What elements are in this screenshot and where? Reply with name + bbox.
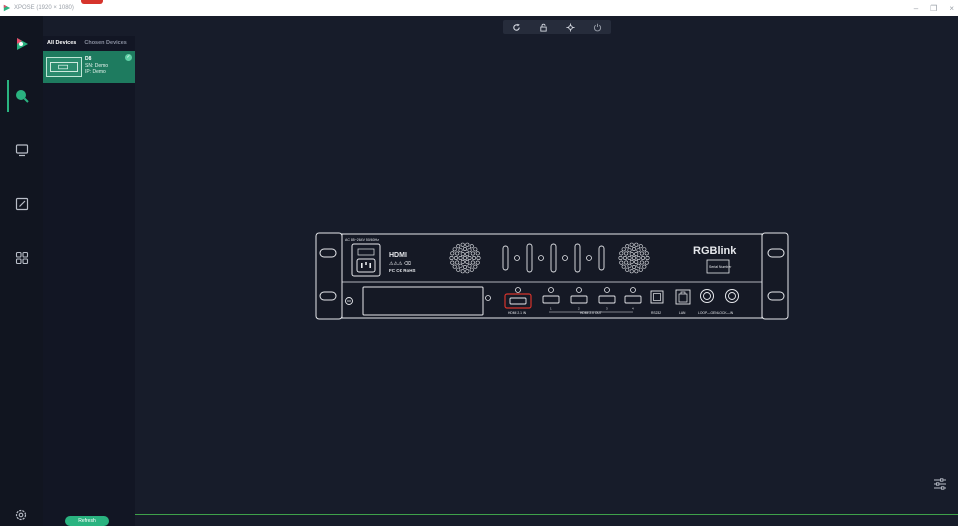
lock-tool-button[interactable] — [537, 20, 551, 34]
refresh-icon — [513, 23, 520, 31]
title-bar: XPOSE (1920 × 1080) – ❐ × — [0, 0, 958, 16]
sliders-icon — [934, 478, 946, 490]
left-rail — [0, 16, 43, 526]
device-card[interactable]: ✓ D8 SN: Demo IP: Demo — [43, 51, 135, 83]
device-panel: All Devices Chosen Devices ✓ D8 SN: Demo… — [43, 36, 135, 526]
window-title: XPOSE (1920 × 1080) — [14, 5, 74, 11]
tab-all-devices[interactable]: All Devices — [43, 40, 80, 46]
lan-label: LAN — [679, 311, 686, 315]
minimize-button[interactable]: – — [914, 4, 918, 13]
serial-number-label: Serial Number — [709, 265, 732, 269]
adjust-settings-button[interactable] — [930, 474, 950, 494]
genlock-label: LOOP—GENLOCK—IN — [698, 311, 734, 315]
refresh-button[interactable]: Refresh — [65, 516, 109, 526]
settings-icon[interactable] — [14, 508, 28, 522]
xpose-logo-icon — [16, 38, 28, 50]
rs232-label: RS232 — [651, 311, 661, 315]
device-rear-panel: AC 85~264V 50/60Hz HDMI ⚠⚠⚠ ⌫ FC C€ RoHS… — [315, 232, 789, 320]
rail-screen-button[interactable] — [0, 132, 43, 168]
rail-edit-button[interactable] — [0, 186, 43, 222]
edit-icon — [15, 197, 28, 211]
rail-search-button[interactable] — [0, 78, 43, 114]
warning-symbols-icon: ⚠⚠⚠ ⌫ — [389, 261, 411, 267]
certification-text: FC C€ RoHS — [389, 268, 416, 273]
selected-check-icon: ✓ — [125, 54, 132, 61]
toolbar — [503, 20, 611, 34]
power-label: AC 85~264V 50/60Hz — [345, 238, 379, 242]
power-icon — [593, 23, 602, 31]
hdmi-in-label: HDMI 2.1 IN — [508, 311, 527, 315]
grid-icon — [15, 251, 28, 265]
hdmi-out-label: HDMI 2.0 OUT — [580, 311, 602, 315]
tab-chosen-devices[interactable]: Chosen Devices — [80, 40, 131, 46]
maximize-button[interactable]: ❐ — [930, 4, 937, 13]
device-ip: IP: Demo — [85, 69, 106, 75]
device-thumbnail-icon — [46, 57, 82, 77]
move-tool-button[interactable] — [564, 20, 578, 34]
search-icon — [15, 90, 29, 103]
close-button[interactable]: × — [949, 4, 954, 13]
rail-grid-button[interactable] — [0, 240, 43, 276]
progress-line — [135, 514, 958, 515]
xpose-logo-button[interactable] — [0, 26, 43, 62]
device-tabs: All Devices Chosen Devices — [43, 36, 135, 50]
power-tool-button[interactable] — [591, 20, 605, 34]
app-logo-icon — [3, 4, 11, 12]
move-icon — [566, 22, 575, 32]
lock-icon — [540, 23, 547, 32]
refresh-tool-button[interactable] — [510, 20, 524, 34]
hdmi-logo: HDMI — [389, 252, 407, 259]
screen-icon — [15, 144, 28, 157]
brand-logo: RGBlink — [693, 245, 737, 257]
red-tab-indicator — [81, 0, 103, 4]
